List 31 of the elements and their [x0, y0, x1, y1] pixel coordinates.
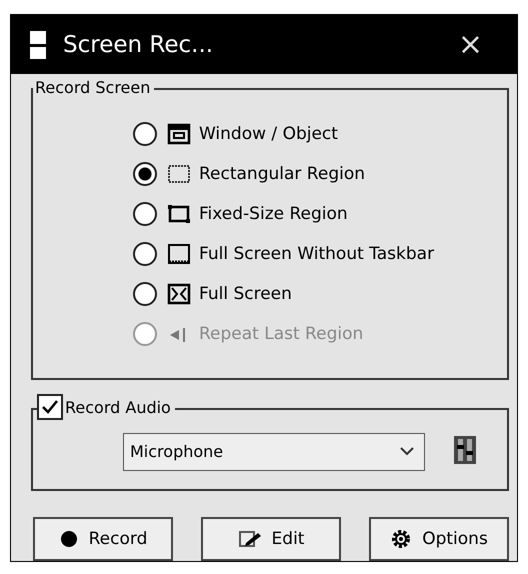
option-label: Repeat Last Region [199, 324, 364, 344]
options-button[interactable]: Options [369, 517, 509, 561]
gear-icon [390, 528, 412, 550]
record-dot-icon [58, 529, 79, 549]
radio-button[interactable] [133, 202, 157, 226]
fullscreen-icon [167, 283, 191, 306]
pencil-icon [238, 529, 262, 549]
edit-button[interactable]: Edit [201, 517, 341, 561]
window-icon [167, 123, 191, 146]
checkbox[interactable] [37, 394, 63, 420]
chevron-icon [400, 447, 414, 456]
record-button[interactable]: Record [33, 517, 173, 561]
rectangle-icon [167, 203, 191, 226]
check-icon [41, 399, 59, 416]
option-label: Full Screen Without Taskbar [199, 244, 434, 264]
radio-button[interactable] [133, 162, 157, 186]
radio-button[interactable] [133, 122, 157, 146]
dashed-rectangle-icon [167, 163, 191, 186]
option-label: Window / Object [199, 124, 338, 144]
screen-icon [167, 243, 191, 266]
close-button[interactable]: × [458, 27, 483, 62]
device-dropdown[interactable]: Microphone [123, 432, 425, 471]
option-label: Fixed-Size Region [199, 204, 348, 224]
radio-button[interactable] [133, 282, 157, 306]
radio-button[interactable] [133, 242, 157, 266]
window-title: Screen Rec... [63, 32, 214, 58]
checkbox-label: Record Audio [65, 398, 171, 417]
app-icon [29, 30, 47, 60]
option-label: Rectangular Region [199, 164, 366, 184]
mixer-icon[interactable] [453, 434, 477, 465]
option-label: Full Screen [199, 284, 292, 304]
